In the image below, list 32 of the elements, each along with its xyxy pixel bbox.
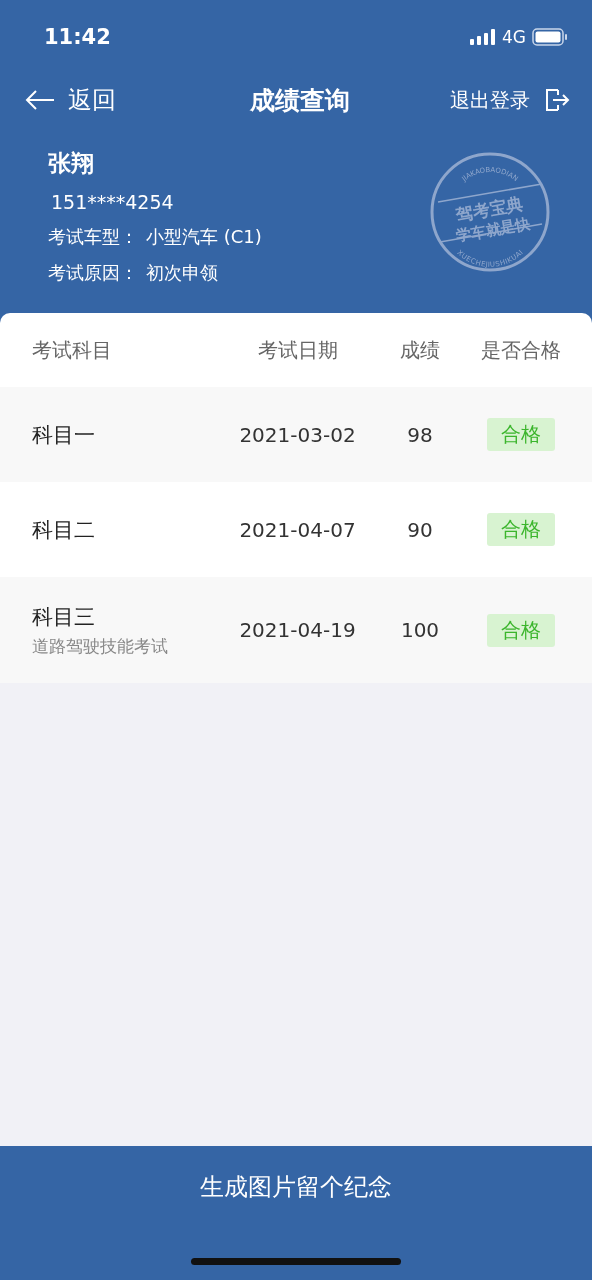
- score: 100: [399, 618, 441, 642]
- score: 98: [406, 422, 434, 447]
- field-value: 小型汽车 (C1): [146, 225, 262, 249]
- back-arrow-icon: [24, 89, 56, 111]
- column-header: 成绩: [399, 336, 441, 364]
- column-header: 是否合格: [480, 336, 562, 364]
- exam-date: 2021-03-02: [238, 422, 357, 447]
- result-badge: 合格: [487, 513, 555, 546]
- subject-note: 道路驾驶技能考试: [32, 634, 169, 658]
- status-time: 11:42: [44, 25, 111, 49]
- exam-date: 2021-04-19: [238, 618, 357, 642]
- back-button[interactable]: 返回: [24, 84, 116, 116]
- subject-name: 科目三: [32, 603, 96, 631]
- phone-number: 151****4254: [50, 191, 174, 213]
- column-header: 考试日期: [256, 336, 339, 364]
- score: 90: [406, 517, 434, 542]
- subject-name: 科目一: [32, 421, 96, 449]
- column-header: 考试科目: [31, 336, 113, 364]
- network-label: 4G: [502, 27, 526, 47]
- battery-icon: [532, 28, 568, 46]
- field-label: 考试原因：: [48, 261, 138, 285]
- field-value: 初次申领: [146, 261, 218, 285]
- signal-icon: [470, 29, 496, 45]
- logout-icon: [544, 88, 570, 112]
- result-badge: 合格: [487, 613, 555, 647]
- subject-name: 科目二: [32, 516, 96, 544]
- page-title: 成绩查询: [250, 84, 350, 117]
- user-name: 张翔: [48, 149, 94, 178]
- result-badge: 合格: [487, 418, 555, 451]
- exam-date: 2021-04-07: [238, 517, 357, 542]
- field-label: 考试车型：: [48, 225, 138, 249]
- logout-button[interactable]: 退出登录: [450, 86, 570, 114]
